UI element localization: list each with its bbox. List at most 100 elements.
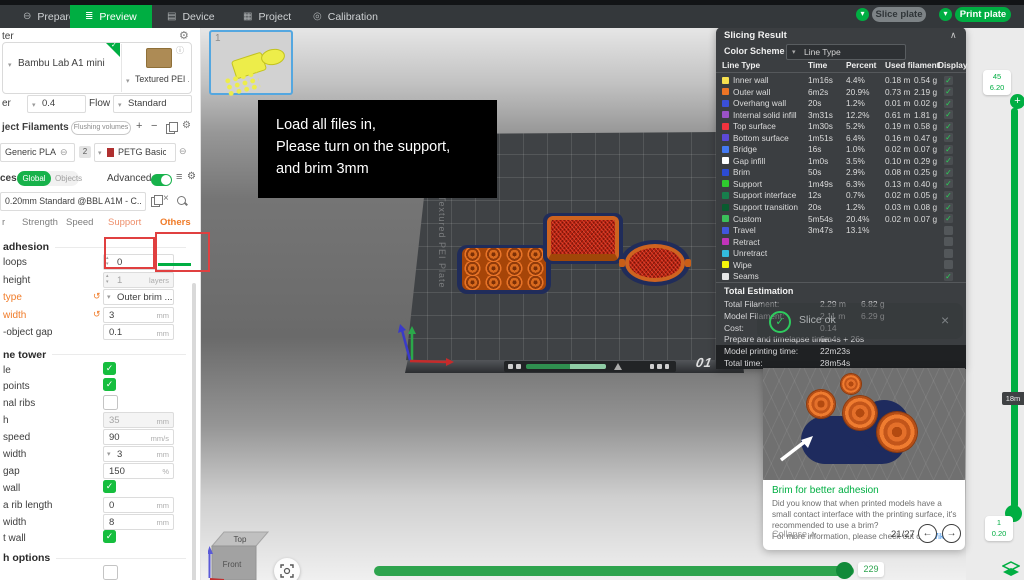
display-checkbox[interactable]: ✓: [944, 76, 953, 85]
setting-dropdown[interactable]: ▾3mm: [103, 446, 174, 462]
display-checkbox[interactable]: ✓: [944, 191, 953, 200]
display-checkbox[interactable]: ✓: [944, 214, 953, 223]
setting-input[interactable]: 0.1mm: [103, 324, 174, 340]
nozzle-select[interactable]: ▾ 0.4: [27, 95, 86, 113]
navigation-cube[interactable]: Top Front: [208, 528, 272, 580]
print-options-chevron[interactable]: ▾: [939, 8, 952, 21]
setting-input[interactable]: 0mm: [103, 497, 174, 513]
printer-gear-icon[interactable]: ⚙: [179, 29, 189, 42]
setting-checkbox[interactable]: ✓: [103, 362, 116, 375]
display-checkbox[interactable]: ✓: [944, 133, 953, 142]
plate-icon-3[interactable]: [665, 364, 669, 369]
filament-1-select[interactable]: Generic PLA ⊖: [0, 143, 75, 162]
minus-circle-icon[interactable]: ⊖: [60, 147, 68, 158]
plate-icon-1[interactable]: [650, 364, 654, 369]
process-tab-support[interactable]: Support: [108, 217, 141, 228]
add-pause-icon[interactable]: +: [1010, 94, 1024, 109]
slice-plate-button[interactable]: Slice plate: [872, 7, 926, 22]
minus-circle-icon[interactable]: ⊖: [179, 146, 187, 157]
setting-input[interactable]: 8mm: [103, 514, 174, 530]
display-checkbox[interactable]: ✓: [944, 272, 953, 281]
setting-input[interactable]: 150%: [103, 463, 174, 479]
process-tab-speed[interactable]: Speed: [66, 217, 93, 228]
layer-slider-track[interactable]: [1011, 108, 1018, 508]
display-checkbox[interactable]: ✓: [944, 179, 953, 188]
printer-select[interactable]: Bambu Lab A1 mini: [18, 58, 113, 69]
plate-icon-2[interactable]: [657, 364, 662, 369]
display-checkbox[interactable]: ✓: [944, 99, 953, 108]
tab-calibration[interactable]: ◎ Calibration: [298, 5, 393, 28]
tab-project[interactable]: ▦ Project: [228, 5, 306, 28]
display-checkbox[interactable]: ✓: [944, 145, 953, 154]
search-icon[interactable]: [177, 196, 186, 205]
display-checkbox[interactable]: [944, 226, 953, 235]
display-checkbox[interactable]: ✓: [944, 156, 953, 165]
move-slider-handle[interactable]: [836, 562, 853, 579]
color-scheme-select[interactable]: ▾ Line Type: [786, 44, 906, 60]
toast-close-icon[interactable]: ×: [941, 312, 949, 328]
model-cylinder-tray[interactable]: [457, 245, 551, 294]
plate-info-icon[interactable]: ⓘ: [176, 45, 184, 56]
layers-icon[interactable]: [1002, 561, 1020, 577]
display-checkbox[interactable]: ✓: [944, 110, 953, 119]
panel-collapse-icon[interactable]: ∧: [950, 30, 957, 41]
plate-type-image[interactable]: [146, 48, 172, 68]
display-checkbox[interactable]: ✓: [944, 87, 953, 96]
model-rect-tray[interactable]: [543, 213, 623, 264]
setting-checkbox[interactable]: ✓: [103, 530, 116, 543]
display-checkbox[interactable]: [944, 260, 953, 269]
display-checkbox[interactable]: ✓: [944, 168, 953, 177]
process-tab-strength[interactable]: Strength: [22, 217, 58, 228]
delete-preset-icon[interactable]: ×: [163, 193, 169, 204]
display-checkbox[interactable]: [944, 249, 953, 258]
print-plate-button[interactable]: Print plate: [955, 7, 1011, 22]
display-checkbox[interactable]: ✓: [944, 203, 953, 212]
process-tab-cropped[interactable]: r: [2, 217, 5, 228]
process-preset-select[interactable]: 0.20mm Standard @BBL A1M - C...: [0, 192, 146, 211]
flow-select[interactable]: ▾ Standard: [113, 95, 192, 113]
model-round-dish[interactable]: [620, 240, 690, 286]
scope-global[interactable]: Global: [17, 171, 51, 186]
setting-input[interactable]: 35mm: [103, 412, 174, 428]
setting-spin[interactable]: ▴▾1layers: [103, 272, 174, 288]
display-checkbox[interactable]: [944, 237, 953, 246]
setting-checkbox[interactable]: [103, 395, 118, 410]
move-slider-track[interactable]: [374, 566, 854, 576]
scope-objects[interactable]: Objects: [55, 174, 82, 183]
save-preset-icon[interactable]: [151, 197, 160, 207]
gcode-window-button[interactable]: [274, 558, 300, 580]
setting-checkbox[interactable]: ✓: [103, 480, 116, 493]
tune-icon[interactable]: ⚙: [187, 171, 196, 182]
filament-gear-icon[interactable]: ⚙: [182, 120, 191, 131]
tip-prev-button[interactable]: ←: [918, 524, 937, 543]
flushing-volumes-button[interactable]: Flushing volumes: [71, 121, 131, 135]
plate-settings-bar[interactable]: [504, 361, 676, 372]
setting-checkbox[interactable]: ✓: [103, 378, 116, 391]
remove-filament-icon[interactable]: −: [151, 120, 157, 132]
setting-checkbox[interactable]: [103, 565, 118, 580]
sidebar-scrollbar[interactable]: [192, 283, 196, 580]
tip-collapse-button[interactable]: Collapse ∧: [772, 529, 816, 540]
list-view-icon[interactable]: ≡: [176, 171, 182, 183]
slice-options-chevron[interactable]: ▾: [856, 8, 869, 21]
setting-input[interactable]: 90mm/s: [103, 429, 174, 445]
process-scope-toggle[interactable]: Global Objects: [17, 171, 79, 186]
spinner-icon[interactable]: ▴▾: [106, 273, 109, 285]
setting-dropdown[interactable]: ▾Outer brim ...: [103, 289, 174, 305]
add-filament-icon[interactable]: +: [136, 120, 142, 132]
plate-edit-icon[interactable]: [516, 364, 521, 369]
display-checkbox[interactable]: ✓: [944, 122, 953, 131]
sync-filament-icon[interactable]: [166, 124, 175, 134]
plate-thumbnail[interactable]: 1: [209, 30, 293, 95]
filament-2-select[interactable]: ▾ PETG Basic: [94, 143, 176, 162]
plate-lock-icon[interactable]: [508, 364, 513, 369]
revert-icon[interactable]: ↺: [93, 291, 101, 302]
advanced-toggle[interactable]: [151, 174, 172, 186]
tab-device[interactable]: ▤ Device: [152, 5, 230, 28]
tab-preview[interactable]: ≣ Preview: [70, 5, 152, 28]
revert-icon[interactable]: ↺: [93, 309, 101, 320]
process-tab-others[interactable]: Others: [160, 217, 191, 228]
tip-next-button[interactable]: →: [942, 524, 961, 543]
plate-type-select[interactable]: Textured PEI ...: [135, 74, 189, 84]
setting-input[interactable]: 3mm: [103, 307, 174, 323]
